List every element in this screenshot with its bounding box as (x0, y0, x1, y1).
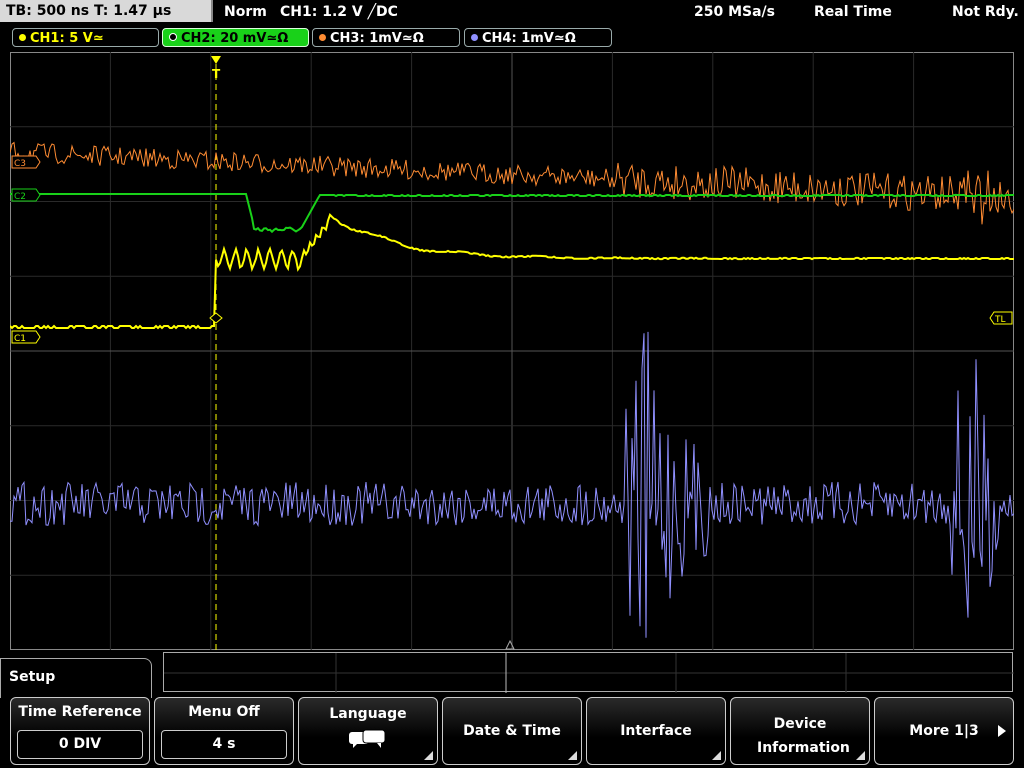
date-time-button[interactable]: Date & Time (442, 697, 582, 765)
device-information-button[interactable]: Device Information (730, 697, 870, 765)
ch1-dot-icon (19, 34, 26, 41)
trigger-point-icon (209, 312, 223, 324)
ch3-level-marker: C3 (11, 155, 41, 169)
ch2-level-marker: C2 (11, 188, 41, 202)
time-reference-value: 0 DIV (17, 730, 143, 759)
submenu-corner-icon (856, 751, 865, 760)
svg-text:C3: C3 (14, 159, 26, 169)
tab-ch3[interactable]: CH3: 1mV≃Ω (312, 28, 460, 47)
device-information-label: Device Information (757, 716, 850, 756)
ch4-label: CH4: 1mV≃Ω (482, 31, 576, 46)
submenu-corner-icon (712, 751, 721, 760)
rising-edge-icon: ╱ (367, 4, 377, 20)
time-reference-button[interactable]: Time Reference 0 DIV (10, 697, 150, 765)
grid-lines (10, 52, 1014, 650)
svg-text:C2: C2 (14, 192, 26, 202)
svg-text:TL: TL (994, 315, 1006, 325)
trigger-info[interactable]: CH1: 1.2 V ╱DC (280, 2, 398, 22)
menu-off-label: Menu Off (188, 704, 260, 720)
menu-title: Setup (0, 658, 152, 698)
tab-ch2[interactable]: CH2: 20 mV≃Ω (162, 28, 309, 47)
menu-off-button[interactable]: Menu Off 4 s (154, 697, 294, 765)
tab-ch1[interactable]: CH1: 5 V≃ (12, 28, 159, 47)
more-label: More 1|3 (909, 723, 979, 739)
submenu-corner-icon (424, 751, 433, 760)
time-reference-icon (505, 639, 515, 650)
trigger-source-level: CH1: 1.2 V (280, 4, 363, 20)
menu-off-value: 4 s (161, 730, 287, 759)
next-page-arrow-icon (998, 725, 1006, 737)
status-bar: TB: 500 ns T: 1.47 µs Norm CH1: 1.2 V ╱D… (0, 0, 1024, 26)
trigger-mode[interactable]: Norm (224, 2, 267, 22)
sample-rate: 250 MSa/s (694, 4, 776, 20)
speech-bubbles-icon (349, 729, 386, 748)
acquisition-state: Not Rdy. (952, 4, 1019, 20)
waveform-display[interactable]: T C3 C2 C1 TL (10, 52, 1014, 650)
trigger-position-icon (211, 56, 221, 64)
language-label: Language (329, 706, 407, 722)
language-button[interactable]: Language (298, 697, 438, 765)
submenu-corner-icon (568, 751, 577, 760)
date-time-label: Date & Time (463, 723, 561, 739)
acquisition-mode: Real Time (814, 4, 892, 20)
time-reference-label: Time Reference (18, 704, 142, 720)
ch1-level-marker: C1 (11, 330, 41, 344)
trigger-level-marker: TL (989, 311, 1013, 325)
tab-ch4[interactable]: CH4: 1mV≃Ω (464, 28, 612, 47)
trigger-coupling: DC (376, 4, 398, 20)
ch2-label: CH2: 20 mV≃Ω (181, 31, 289, 46)
trigger-marker-label: T (212, 67, 221, 81)
ch3-label: CH3: 1mV≃Ω (330, 31, 424, 46)
ch2-dot-icon (169, 33, 177, 41)
ch3-dot-icon (319, 34, 326, 41)
more-button[interactable]: More 1|3 (874, 697, 1014, 765)
svg-text:C1: C1 (14, 334, 26, 344)
ch1-label: CH1: 5 V≃ (30, 31, 104, 46)
zoom-overview-panel (163, 652, 1014, 693)
timebase-readout[interactable]: TB: 500 ns T: 1.47 µs (0, 0, 213, 22)
interface-button[interactable]: Interface (586, 697, 726, 765)
interface-label: Interface (620, 723, 692, 739)
ch4-dot-icon (471, 34, 478, 41)
